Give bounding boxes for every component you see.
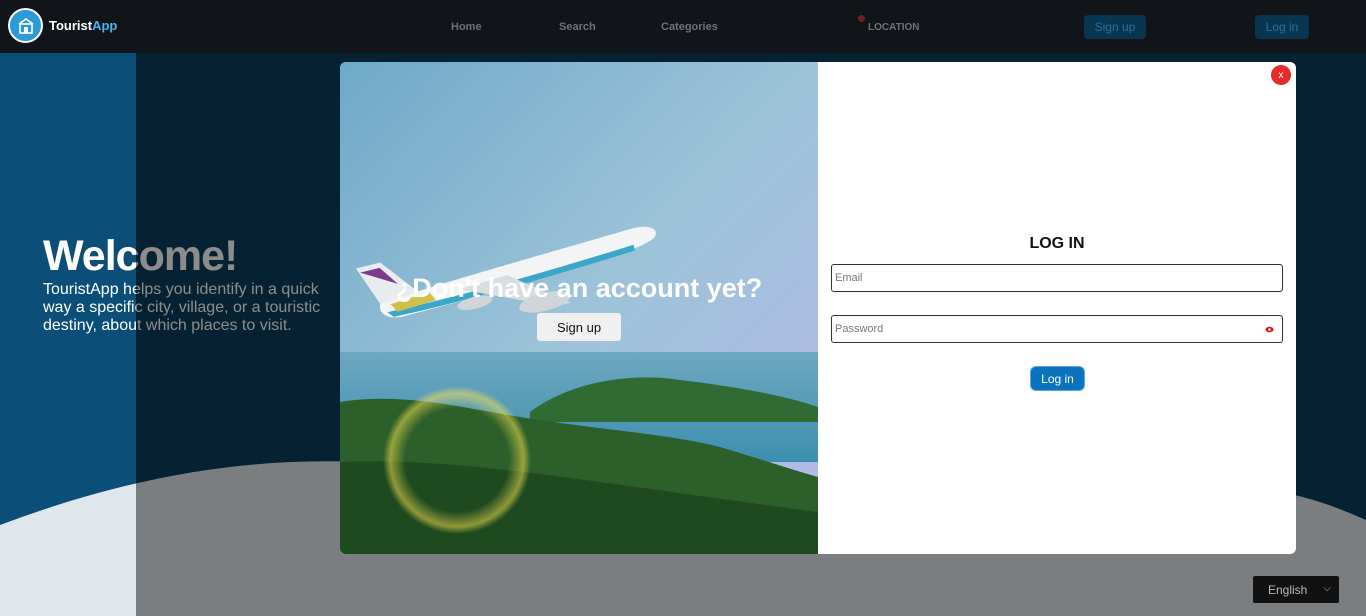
login-button[interactable]: Log in — [1031, 367, 1084, 390]
nav-home[interactable]: Home — [451, 21, 482, 33]
nav-signup-button[interactable]: Sign up — [1084, 15, 1146, 39]
travel-photo: ¿Don't have an account yet? Sign up — [340, 62, 818, 554]
eye-icon[interactable] — [1265, 325, 1274, 334]
nav-login-button[interactable]: Log in — [1255, 15, 1309, 39]
navbar: TouristApp Home Search Categories LOCATI… — [0, 0, 1366, 53]
promo-title: ¿Don't have an account yet? — [395, 273, 763, 303]
promo-signup-button[interactable]: Sign up — [537, 313, 621, 341]
nav-categories[interactable]: Categories — [661, 21, 718, 33]
logo-text: TouristApp — [49, 18, 118, 33]
login-modal: ¿Don't have an account yet? Sign up x LO… — [340, 62, 1296, 554]
language-selected: English — [1268, 582, 1308, 597]
password-field[interactable] — [831, 315, 1283, 343]
airplane-landscape-image — [340, 62, 818, 554]
chevron-down-icon: ⌵ — [1323, 583, 1331, 594]
language-select[interactable]: English ⌵ — [1253, 576, 1339, 603]
email-input[interactable] — [832, 265, 1282, 291]
login-title: LOG IN — [1029, 235, 1085, 252]
logo-icon — [8, 8, 43, 43]
nav-search[interactable]: Search — [559, 21, 596, 33]
email-field[interactable] — [831, 264, 1283, 292]
logo[interactable]: TouristApp — [8, 8, 117, 43]
close-button[interactable]: x — [1271, 65, 1291, 85]
password-input[interactable] — [832, 316, 1282, 342]
location-pin-icon — [858, 15, 865, 22]
nav-location[interactable]: LOCATION — [868, 22, 919, 33]
